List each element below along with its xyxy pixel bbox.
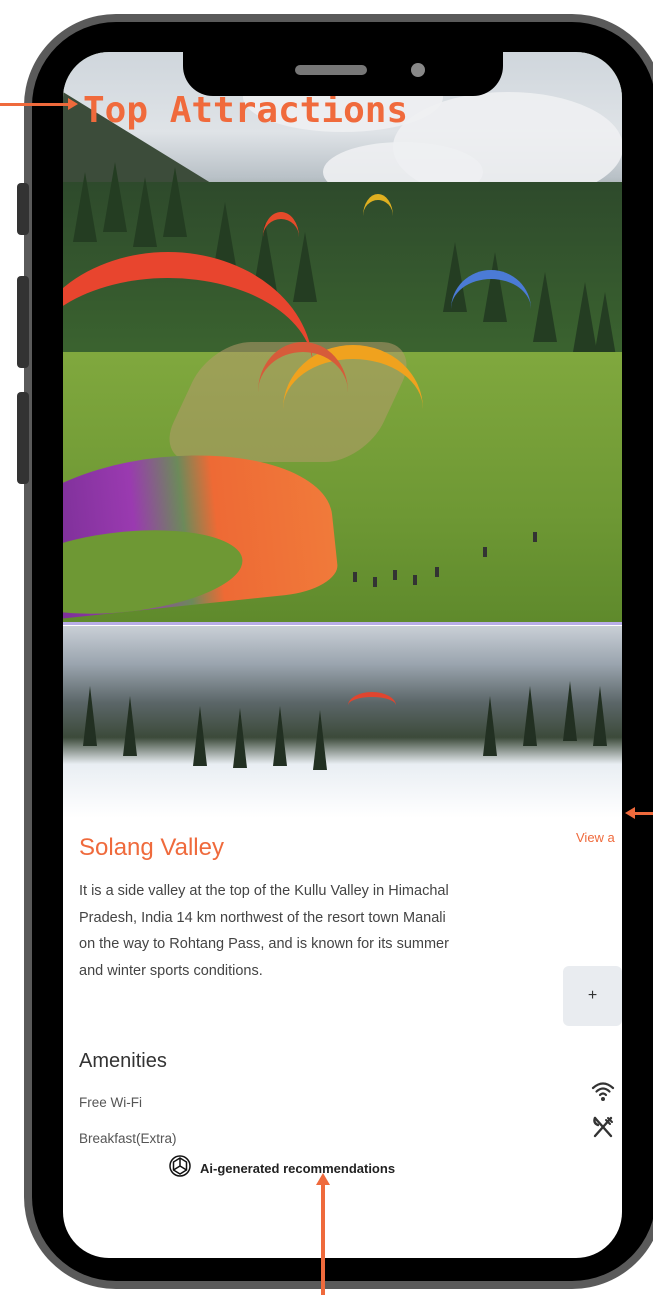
- speaker: [295, 65, 367, 75]
- amenity-breakfast-label: Breakfast(Extra): [79, 1131, 177, 1146]
- annotation-arrow-ai: [321, 1182, 325, 1295]
- ai-recommendations: Ai-generated recommendations: [168, 1154, 395, 1182]
- volume-down-button: [17, 392, 29, 484]
- wifi-icon: [589, 1077, 617, 1105]
- view-all-link[interactable]: View a: [576, 830, 615, 845]
- annotation-arrow-view-all: [634, 812, 653, 815]
- mute-switch: [17, 183, 29, 235]
- utensils-icon: [589, 1113, 617, 1141]
- attraction-description: It is a side valley at the top of the Ku…: [79, 883, 449, 979]
- annotation-arrow-title: [0, 103, 70, 106]
- valley-image: [63, 626, 622, 818]
- app-screen: Top Attractions Solang Valley View a It …: [63, 52, 622, 1258]
- openai-icon: [168, 1154, 192, 1182]
- arrowhead-left: [625, 807, 635, 819]
- add-button[interactable]: +: [563, 966, 622, 1026]
- notch: [183, 52, 503, 96]
- attraction-title: Solang Valley: [79, 834, 224, 861]
- arrowhead-right: [68, 98, 78, 110]
- amenity-wifi-label: Free Wi-Fi: [79, 1095, 142, 1110]
- amenities-title: Amenities: [79, 1050, 167, 1072]
- volume-up-button: [17, 276, 29, 368]
- camera: [411, 63, 425, 77]
- ai-recommendations-label: Ai-generated recommendations: [200, 1160, 396, 1176]
- arrowhead-up: [316, 1173, 330, 1185]
- page-title: Top Attractions: [83, 90, 409, 131]
- hero-image: [63, 52, 622, 625]
